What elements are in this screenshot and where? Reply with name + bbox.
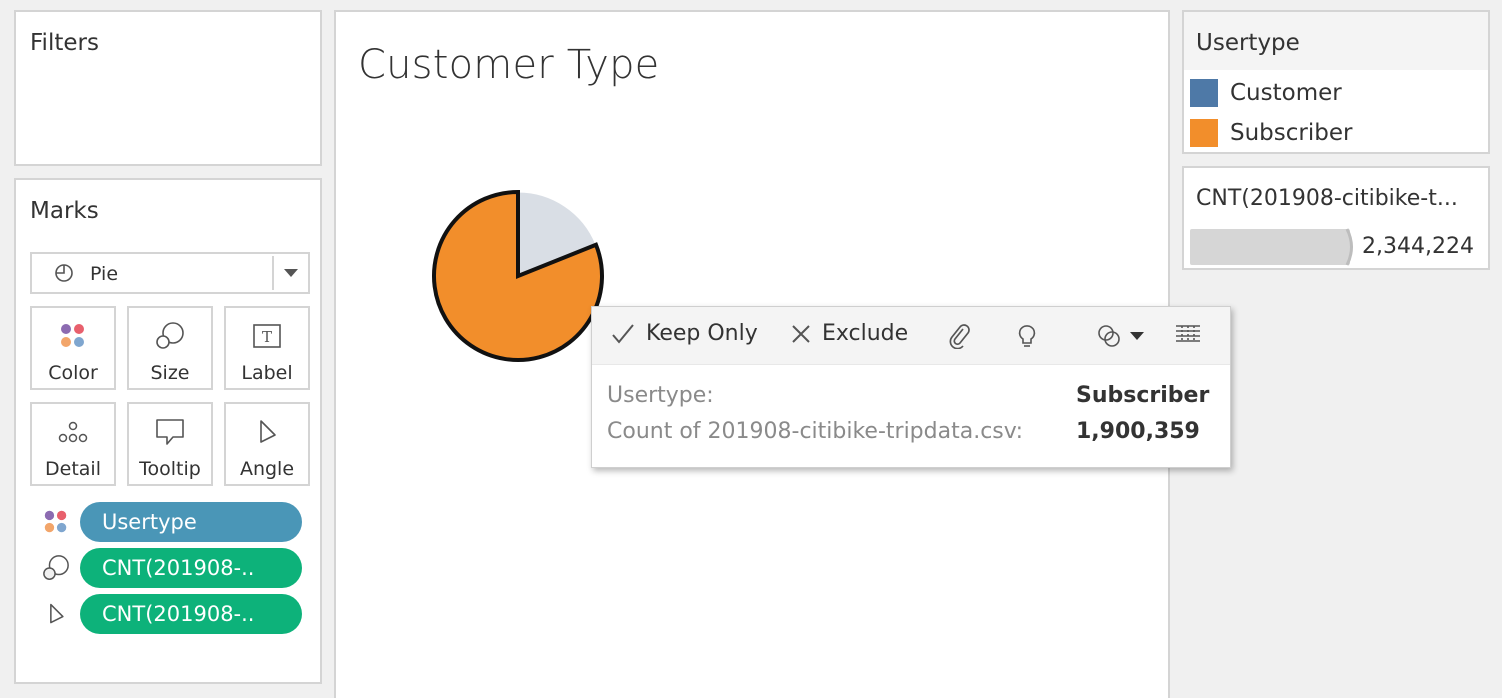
size-legend: CNT(201908-citibike-t... 2,344,224 <box>1182 166 1490 270</box>
label-label: Label <box>241 362 293 384</box>
detail-button[interactable]: Detail <box>30 402 116 486</box>
size-legend-swatch <box>1190 228 1353 266</box>
legend-label-subscriber: Subscriber <box>1230 120 1353 146</box>
legend-item-subscriber[interactable]: Subscriber <box>1190 118 1352 148</box>
tooltip-value-count: 1,900,359 <box>1076 419 1200 444</box>
marks-title: Marks <box>30 198 99 224</box>
pie-chart[interactable] <box>426 184 610 368</box>
angle-icon <box>226 416 308 448</box>
view-title: Customer Type <box>358 42 660 88</box>
legend-item-customer[interactable]: Customer <box>1190 78 1342 108</box>
color-label: Color <box>48 362 98 384</box>
angle-button[interactable]: Angle <box>224 402 310 486</box>
tooltip-key-usertype: Usertype: <box>607 383 714 408</box>
tooltip-row-count: Count of 201908-citibike-tripdata.csv: 1… <box>607 419 1207 455</box>
paperclip-icon[interactable] <box>948 323 972 349</box>
legend-swatch-subscriber <box>1190 119 1218 147</box>
color-button[interactable]: Color <box>30 306 116 390</box>
filters-title: Filters <box>30 30 99 56</box>
usertype-pill[interactable]: Usertype <box>80 502 302 542</box>
lightbulb-icon[interactable] <box>1016 323 1038 351</box>
close-icon <box>790 323 812 345</box>
tooltip-icon <box>129 416 211 448</box>
exclude-button[interactable]: Exclude <box>790 321 908 346</box>
mark-type-dropdown[interactable]: Pie <box>30 252 310 294</box>
tooltip-key-count: Count of 201908-citibike-tripdata.csv: <box>607 419 1023 444</box>
size-button[interactable]: Size <box>127 306 213 390</box>
color-dots-icon <box>40 508 72 536</box>
mark-type-label: Pie <box>90 263 119 285</box>
keep-only-label: Keep Only <box>646 321 758 346</box>
size-icon <box>129 320 211 352</box>
size-legend-title: CNT(201908-citibike-t... <box>1196 186 1458 211</box>
tooltip-value-usertype: Subscriber <box>1076 383 1210 408</box>
tooltip-toolbar: Keep Only Exclude <box>592 307 1230 365</box>
svg-text:T: T <box>262 328 272 346</box>
size-legend-value: 2,344,224 <box>1362 234 1474 259</box>
tooltip-button[interactable]: Tooltip <box>127 402 213 486</box>
label-icon: T <box>226 320 308 352</box>
filters-shelf[interactable]: Filters <box>14 10 322 166</box>
tooltip-label: Tooltip <box>139 458 201 480</box>
chevron-down-icon[interactable] <box>284 269 298 277</box>
view-data-icon[interactable] <box>1174 323 1202 345</box>
size-pill-row: CNT(201908-.. <box>40 548 310 588</box>
color-legend: Usertype Customer Subscriber <box>1182 10 1490 154</box>
exclude-label: Exclude <box>822 321 909 346</box>
color-dots-icon <box>32 320 114 352</box>
legend-swatch-customer <box>1190 79 1218 107</box>
legend-header: Usertype <box>1184 12 1488 70</box>
cnt-size-pill[interactable]: CNT(201908-.. <box>80 548 302 588</box>
angle-label: Angle <box>239 458 295 480</box>
tooltip-body: Usertype: Subscriber Count of 201908-cit… <box>607 383 1210 455</box>
legend-label-customer: Customer <box>1230 80 1342 106</box>
label-button[interactable]: T Label <box>224 306 310 390</box>
angle-pill-row: CNT(201908-.. <box>40 594 310 634</box>
size-label: Size <box>150 362 190 384</box>
angle-icon <box>40 600 72 628</box>
marks-card: Marks Pie Color Size T Label Detail Tool… <box>14 178 322 684</box>
detail-label: Detail <box>45 458 101 480</box>
size-icon <box>40 554 72 582</box>
cnt-angle-pill[interactable]: CNT(201908-.. <box>80 594 302 634</box>
tooltip-row-usertype: Usertype: Subscriber <box>607 383 1210 419</box>
legend-title: Usertype <box>1196 30 1300 56</box>
group-members-icon[interactable] <box>1096 323 1148 349</box>
pie-icon <box>54 263 74 287</box>
detail-icon <box>32 416 114 448</box>
color-pill-row: Usertype <box>40 502 310 542</box>
dropdown-divider <box>272 256 274 290</box>
check-icon <box>610 323 636 345</box>
mark-tooltip: Keep Only Exclude Usertype: Subscriber C… <box>591 306 1231 468</box>
keep-only-button[interactable]: Keep Only <box>610 321 758 346</box>
